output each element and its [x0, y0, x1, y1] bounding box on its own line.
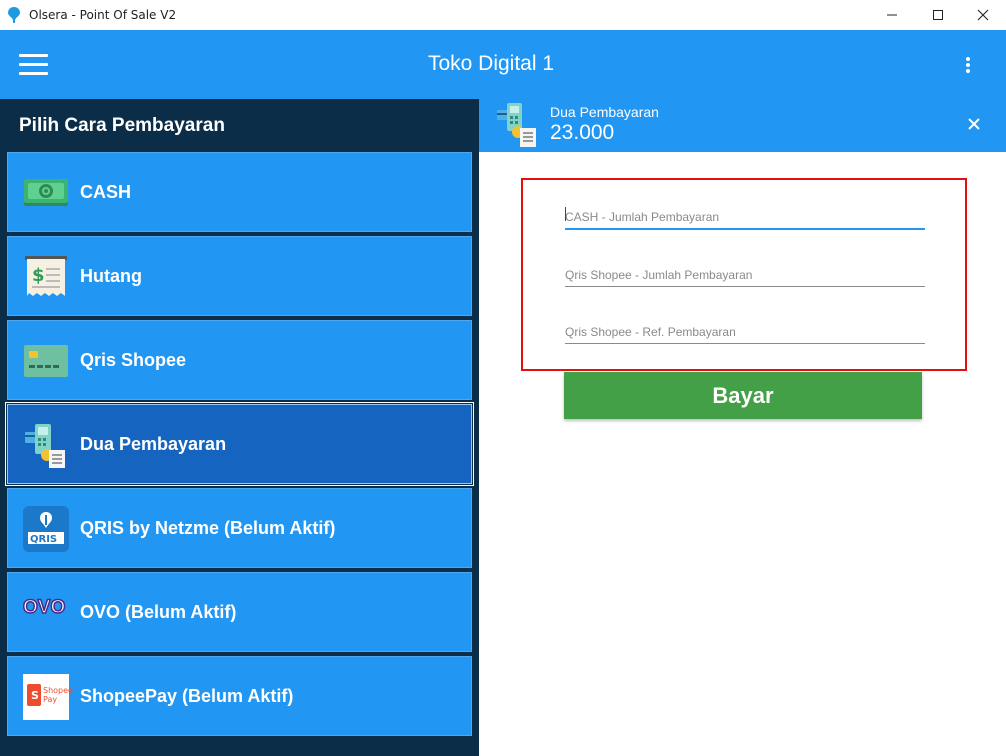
payment-method-hutang[interactable]: $ Hutang: [7, 236, 472, 316]
payment-method-shopeepay[interactable]: S Shopee Pay ShopeePay (Belum Aktif): [7, 656, 472, 736]
store-name: Toko Digital 1: [427, 52, 555, 75]
window-title: Olsera - Point Of Sale V2: [29, 8, 177, 22]
text-caret: [565, 207, 566, 221]
maximize-button[interactable]: [915, 0, 961, 30]
selected-method-name: Dua Pembayaran: [550, 104, 659, 120]
split-payment-form: [521, 178, 967, 371]
payment-method-label: QRIS by Netzme (Belum Aktif): [80, 518, 336, 538]
close-icon[interactable]: [967, 117, 981, 131]
payment-method-qris-shopee[interactable]: Qris Shopee: [7, 320, 472, 400]
cash-amount-input[interactable]: [565, 198, 925, 230]
payment-method-cash[interactable]: CASH: [7, 152, 472, 232]
app-header: Toko Digital 1: [0, 30, 1006, 99]
payment-method-label: Hutang: [80, 266, 142, 286]
minimize-button[interactable]: [869, 0, 915, 30]
receipt-icon: $: [25, 256, 67, 296]
payment-method-label: ShopeePay (Belum Aktif): [80, 686, 294, 706]
payment-method-label: Qris Shopee: [80, 350, 187, 370]
qris-shopee-reference-input[interactable]: [565, 312, 925, 344]
qris-shopee-amount-input[interactable]: [565, 255, 925, 287]
svg-text:QRIS: QRIS: [30, 534, 57, 545]
card-icon: [24, 345, 68, 377]
payment-method-panel: Pilih Cara Pembayaran CASH $ Hutang Qris…: [0, 99, 479, 756]
minimize-icon: [887, 14, 897, 16]
payment-method-ovo[interactable]: OVO OVO (Belum Aktif): [7, 572, 472, 652]
qris-icon: QRIS: [23, 506, 69, 552]
shopeepay-logo-text: Shopee Pay: [43, 686, 73, 704]
payment-method-dua-pembayaran[interactable]: Dua Pembayaran: [5, 402, 474, 486]
split-payment-icon: [497, 103, 536, 147]
app-logo-icon: [8, 7, 20, 23]
pay-button[interactable]: Bayar: [564, 372, 922, 419]
window-titlebar: Olsera - Point Of Sale V2: [0, 0, 1006, 30]
payment-detail-header: Dua Pembayaran 23.000: [479, 99, 1006, 152]
payment-method-label: CASH: [80, 182, 132, 202]
close-icon: [977, 9, 989, 21]
payment-panel-title: Pilih Cara Pembayaran: [19, 115, 225, 136]
svg-text:$: $: [32, 265, 45, 286]
more-vertical-icon[interactable]: [962, 57, 974, 75]
ovo-logo-text: OVO: [22, 596, 66, 619]
split-payment-icon: [25, 424, 65, 468]
payment-method-qris-netzme[interactable]: QRIS QRIS by Netzme (Belum Aktif): [7, 488, 472, 568]
payment-amount: 23.000: [550, 121, 615, 144]
ovo-icon: OVO: [22, 588, 69, 634]
payment-method-label: OVO (Belum Aktif): [80, 602, 237, 622]
cash-icon: [24, 179, 68, 206]
payment-method-label: Dua Pembayaran: [80, 434, 227, 454]
maximize-icon: [933, 10, 943, 20]
window-close-button[interactable]: [960, 0, 1006, 30]
shopeepay-icon: S Shopee Pay: [23, 674, 73, 720]
